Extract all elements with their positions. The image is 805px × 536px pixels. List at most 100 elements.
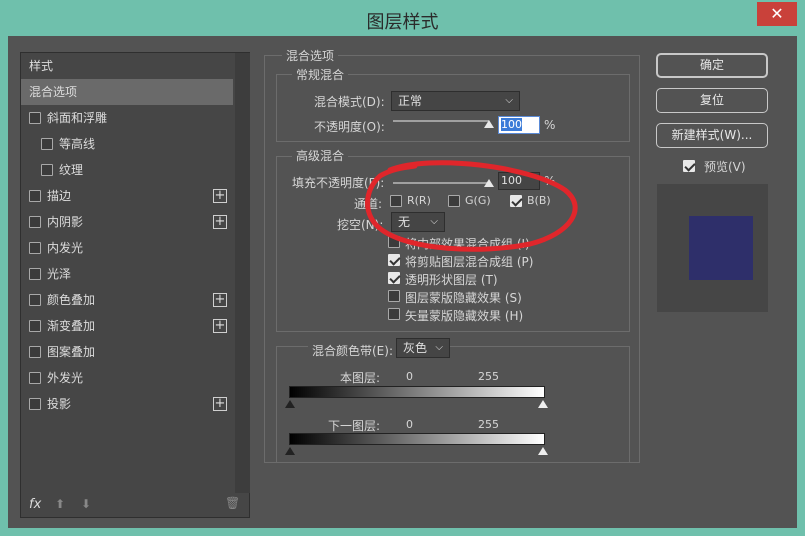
style-item-checkbox[interactable] (29, 320, 41, 332)
window-title: 图层样式 (366, 12, 439, 33)
chevron-down-icon: ⌵ (505, 95, 513, 106)
style-list: 样式混合选项斜面和浮雕等高线纹理描边 + 内阴影 + 内发光光泽颜色叠加 + 渐变叠加 + 图案… (20, 52, 250, 518)
style-item[interactable]: 内发光 (21, 235, 233, 261)
opacity-label: 不透明度(O): (314, 120, 385, 134)
style-item-checkbox[interactable] (29, 190, 41, 202)
style-item-label: 外发光 (47, 371, 84, 385)
opacity-value: 100 (501, 118, 522, 131)
blend-if-select[interactable]: 灰色 ⌵ (396, 338, 450, 358)
blend-if-value: 灰色 (403, 341, 428, 355)
opacity-unit: % (544, 118, 556, 132)
style-item-checkbox[interactable] (29, 398, 41, 410)
style-item[interactable]: 颜色叠加 + (21, 287, 233, 313)
style-preview (657, 184, 768, 312)
chevron-down-icon: ⌵ (435, 342, 443, 353)
add-effect-icon[interactable]: + (213, 397, 227, 411)
reset-button[interactable]: 复位 (656, 88, 768, 113)
this-layer-gradient (289, 386, 545, 398)
style-item-label: 斜面和浮雕 (47, 111, 108, 125)
style-item-checkbox[interactable] (29, 242, 41, 254)
advanced-option-label: 图层蒙版隐藏效果 (S) (405, 291, 522, 305)
style-item[interactable]: 内阴影 + (21, 209, 233, 235)
opacity-slider-track[interactable] (393, 120, 489, 122)
add-effect-icon[interactable]: + (213, 293, 227, 307)
style-item[interactable]: 外发光 (21, 365, 233, 391)
style-item-label: 光泽 (47, 267, 72, 281)
blend-if-label: 混合颜色带(E): (308, 342, 397, 359)
style-item-checkbox[interactable] (29, 112, 41, 124)
blend-mode-value: 正常 (398, 94, 423, 108)
close-icon[interactable]: ✕ (757, 2, 797, 26)
new-style-button[interactable]: 新建样式(W)... (656, 123, 768, 148)
style-item-label: 等高线 (59, 137, 96, 151)
style-item-label: 纹理 (59, 163, 84, 177)
under-layer-label: 下一图层: (328, 419, 381, 433)
style-item-checkbox[interactable] (29, 216, 41, 228)
add-effect-icon[interactable]: + (213, 319, 227, 333)
opacity-input[interactable]: 100 (498, 116, 540, 134)
style-item-label: 图案叠加 (47, 345, 96, 359)
advanced-option-label: 将剪贴图层混合成组 (P) (405, 255, 534, 269)
ok-button[interactable]: 确定 (656, 53, 768, 78)
annotation-circle (365, 160, 578, 252)
preview-checkbox[interactable] (683, 160, 695, 172)
advanced-option-label: 透明形状图层 (T) (405, 273, 498, 287)
style-item[interactable]: 图案叠加 (21, 339, 233, 365)
style-item[interactable]: 混合选项 (21, 79, 233, 105)
under-layer-min: 0 (406, 418, 413, 431)
this-layer-max: 255 (478, 370, 499, 383)
trash-icon[interactable]: 🗑 (225, 496, 240, 510)
style-item-checkbox[interactable] (29, 268, 41, 280)
style-item[interactable]: 斜面和浮雕 (21, 105, 233, 131)
move-up-icon[interactable]: ⬆ (55, 497, 65, 511)
blend-mode-label: 混合模式(D): (314, 95, 385, 109)
style-list-scrollbar[interactable] (235, 53, 250, 493)
blend-if-group (276, 346, 630, 463)
style-item-label: 渐变叠加 (47, 319, 96, 333)
preview-swatch (689, 216, 753, 280)
style-item-label: 投影 (47, 397, 72, 411)
style-item-label: 内阴影 (47, 215, 84, 229)
advanced-blending-title: 高级混合 (292, 147, 349, 164)
style-item[interactable]: 纹理 (21, 157, 233, 183)
under-layer-black-slider[interactable] (285, 447, 295, 455)
title-bar: 图层样式 ✕ (0, 0, 805, 36)
style-item-label: 样式 (29, 59, 54, 73)
style-item[interactable]: 渐变叠加 + (21, 313, 233, 339)
advanced-option-checkbox[interactable] (388, 272, 400, 284)
style-item-checkbox[interactable] (29, 372, 41, 384)
advanced-option-checkbox[interactable] (388, 290, 400, 302)
this-layer-label: 本图层: (340, 371, 381, 385)
style-item-checkbox[interactable] (29, 294, 41, 306)
this-layer-white-slider[interactable] (538, 400, 548, 408)
style-item-label: 颜色叠加 (47, 293, 96, 307)
under-layer-gradient (289, 433, 545, 445)
style-item[interactable]: 等高线 (21, 131, 233, 157)
blend-mode-select[interactable]: 正常 ⌵ (391, 91, 520, 111)
style-item-checkbox[interactable] (29, 346, 41, 358)
under-layer-max: 255 (478, 418, 499, 431)
this-layer-min: 0 (406, 370, 413, 383)
style-item[interactable]: 描边 + (21, 183, 233, 209)
advanced-option-checkbox[interactable] (388, 308, 400, 320)
general-blending-title: 常规混合 (292, 66, 349, 83)
add-effect-icon[interactable]: + (213, 215, 227, 229)
style-item-label: 描边 (47, 189, 72, 203)
fx-icon[interactable]: fx (29, 497, 41, 512)
opacity-slider-thumb[interactable] (484, 120, 494, 128)
style-item[interactable]: 光泽 (21, 261, 233, 287)
blend-options-title: 混合选项 (282, 47, 339, 64)
advanced-option-checkbox[interactable] (388, 254, 400, 266)
under-layer-white-slider[interactable] (538, 447, 548, 455)
style-item-checkbox[interactable] (41, 138, 53, 150)
dialog-body: 样式 混合选项 斜面和浮雕 等高线 纹理 描边 + 内阴影 + 内发光 光泽 颜色叠加 + 渐变叠加 + 图案… (8, 36, 797, 528)
style-item-label: 内发光 (47, 241, 84, 255)
add-effect-icon[interactable]: + (213, 189, 227, 203)
style-item-label: 混合选项 (29, 85, 78, 99)
style-item[interactable]: 投影 + (21, 391, 233, 417)
move-down-icon[interactable]: ⬇ (81, 497, 91, 511)
this-layer-black-slider[interactable] (285, 400, 295, 408)
style-item-checkbox[interactable] (41, 164, 53, 176)
style-item[interactable]: 样式 (21, 53, 233, 79)
advanced-option-label: 矢量蒙版隐藏效果 (H) (405, 309, 524, 323)
